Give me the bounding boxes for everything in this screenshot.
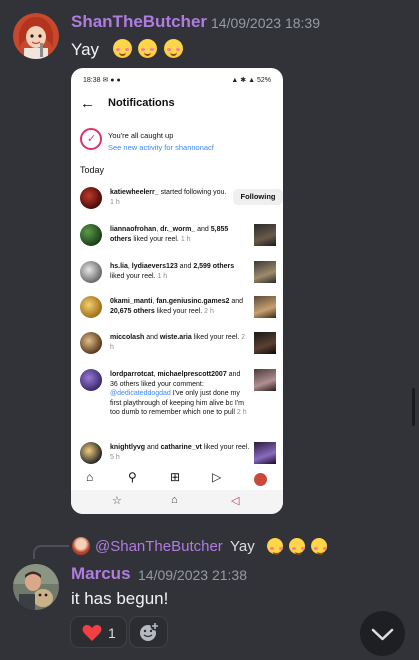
avatar-shanthebutcher[interactable] <box>13 13 59 59</box>
reel-thumbnail <box>254 332 276 354</box>
reel-thumbnail <box>254 442 276 464</box>
message-text: it has begun! <box>71 589 169 608</box>
notification-text: miccolash and wiste.aria liked your reel… <box>110 334 246 351</box>
search-icon: ⚲ <box>128 470 137 484</box>
section-today: Today <box>80 165 105 175</box>
smiling-face-with-hearts-icon <box>311 538 328 555</box>
scrollbar[interactable] <box>412 388 415 426</box>
notification-text: lordparrotcat, michaelprescott2007 and 3… <box>110 371 247 417</box>
timestamp: 14/09/2023 18:39 <box>211 15 320 31</box>
username[interactable]: ShanTheButcher <box>71 12 207 32</box>
message-text-content: Yay <box>71 40 100 59</box>
notification-row: lordparrotcat, michaelprescott2007 and 3… <box>80 369 276 433</box>
notification-row: liannaofrohan, dr._worm_ and 5,855 other… <box>80 224 276 248</box>
message-text: Yay <box>71 39 185 60</box>
reel-thumbnail <box>254 261 276 283</box>
home-icon: ⌂ <box>86 470 94 484</box>
notification-text: hs.lia, lydiaevers123 and 2,599 others l… <box>110 263 235 280</box>
notification-row: hs.lia, lydiaevers123 and 2,599 others l… <box>80 261 276 285</box>
notification-row: knightlyvg and catharine_vt liked your r… <box>80 442 276 466</box>
reel-thumbnail <box>254 296 276 318</box>
timestamp: 14/09/2023 21:38 <box>138 567 247 583</box>
username[interactable]: Marcus <box>71 564 131 584</box>
smiling-face-with-hearts-icon <box>289 538 306 555</box>
following-button: Following <box>233 189 283 205</box>
star-icon: ☆ <box>112 495 122 507</box>
message-marcus: Marcus 14/09/2023 21:38 it has begun! <box>0 560 419 610</box>
create-icon: ⊞ <box>170 470 181 484</box>
notification-row: miccolash and wiste.aria liked your reel… <box>80 332 276 356</box>
reply-connector <box>33 545 69 559</box>
smiling-face-with-hearts-icon <box>112 39 132 58</box>
profile-icon <box>254 473 267 486</box>
notification-row: 0kami_manti, fan.geniusinc.games2 and 20… <box>80 296 276 320</box>
message-shanthebutcher: ShanTheButcher 14/09/2023 18:39 Yay <box>0 0 419 66</box>
heart-icon <box>82 624 102 641</box>
home-nav-icon: ⌂ <box>171 494 178 506</box>
reply-avatar <box>72 537 90 555</box>
checkmark-circle-icon <box>80 128 102 150</box>
avatar <box>80 332 102 354</box>
avatar <box>80 224 102 246</box>
avatar <box>80 369 102 391</box>
avatar <box>80 187 102 209</box>
phone-status-time: 18:38 ✉ ● ● <box>83 77 121 84</box>
phone-tab-bar: ⌂ ⚲ ⊞ ▷ <box>71 470 283 490</box>
image-attachment[interactable]: 18:38 ✉ ● ● ▲ ✱ ▲ 52% ← Notifications Yo… <box>71 68 283 514</box>
caught-up-text: You're all caught up <box>108 131 174 140</box>
avatar <box>80 261 102 283</box>
notification-text: knightlyvg and catharine_vt liked your r… <box>110 444 250 461</box>
smiling-face-with-hearts-icon <box>138 39 158 58</box>
reply-preview[interactable]: Yay <box>230 538 329 555</box>
reels-icon: ▷ <box>212 470 222 484</box>
reel-thumbnail <box>254 369 276 391</box>
avatar <box>80 442 102 464</box>
reel-thumbnail <box>254 224 276 246</box>
jump-to-bottom-button[interactable] <box>360 611 405 656</box>
notification-text: 0kami_manti, fan.geniusinc.games2 and 20… <box>110 298 244 315</box>
heart-reaction[interactable]: 1 <box>70 616 127 648</box>
reaction-count: 1 <box>108 625 116 641</box>
chevron-down-icon <box>371 628 394 641</box>
see-activity-link: See new activity for shannonacf <box>108 143 214 152</box>
reply-preview-text: Yay <box>230 538 255 555</box>
notification-row: katiewheelerr_ started following you. 1 … <box>80 187 283 211</box>
smiling-face-with-hearts-icon <box>267 538 284 555</box>
notifications-title: Notifications <box>108 97 175 109</box>
phone-system-nav: ☆ ⌂ ◁ <box>71 490 283 514</box>
reply-mention[interactable]: @ShanTheButcher <box>95 538 223 555</box>
add-reaction-button[interactable] <box>129 616 168 648</box>
avatar <box>80 296 102 318</box>
phone-status-right: ▲ ✱ ▲ 52% <box>231 77 271 84</box>
add-reaction-icon <box>140 621 160 641</box>
smiling-face-with-hearts-icon <box>163 39 183 58</box>
avatar-marcus[interactable] <box>13 564 59 610</box>
back-arrow-icon: ← <box>80 95 95 112</box>
notification-text: katiewheelerr_ started following you. 1 … <box>110 189 227 206</box>
back-nav-icon: ◁ <box>231 495 240 507</box>
notification-text: liannaofrohan, dr._worm_ and 5,855 other… <box>110 226 229 243</box>
